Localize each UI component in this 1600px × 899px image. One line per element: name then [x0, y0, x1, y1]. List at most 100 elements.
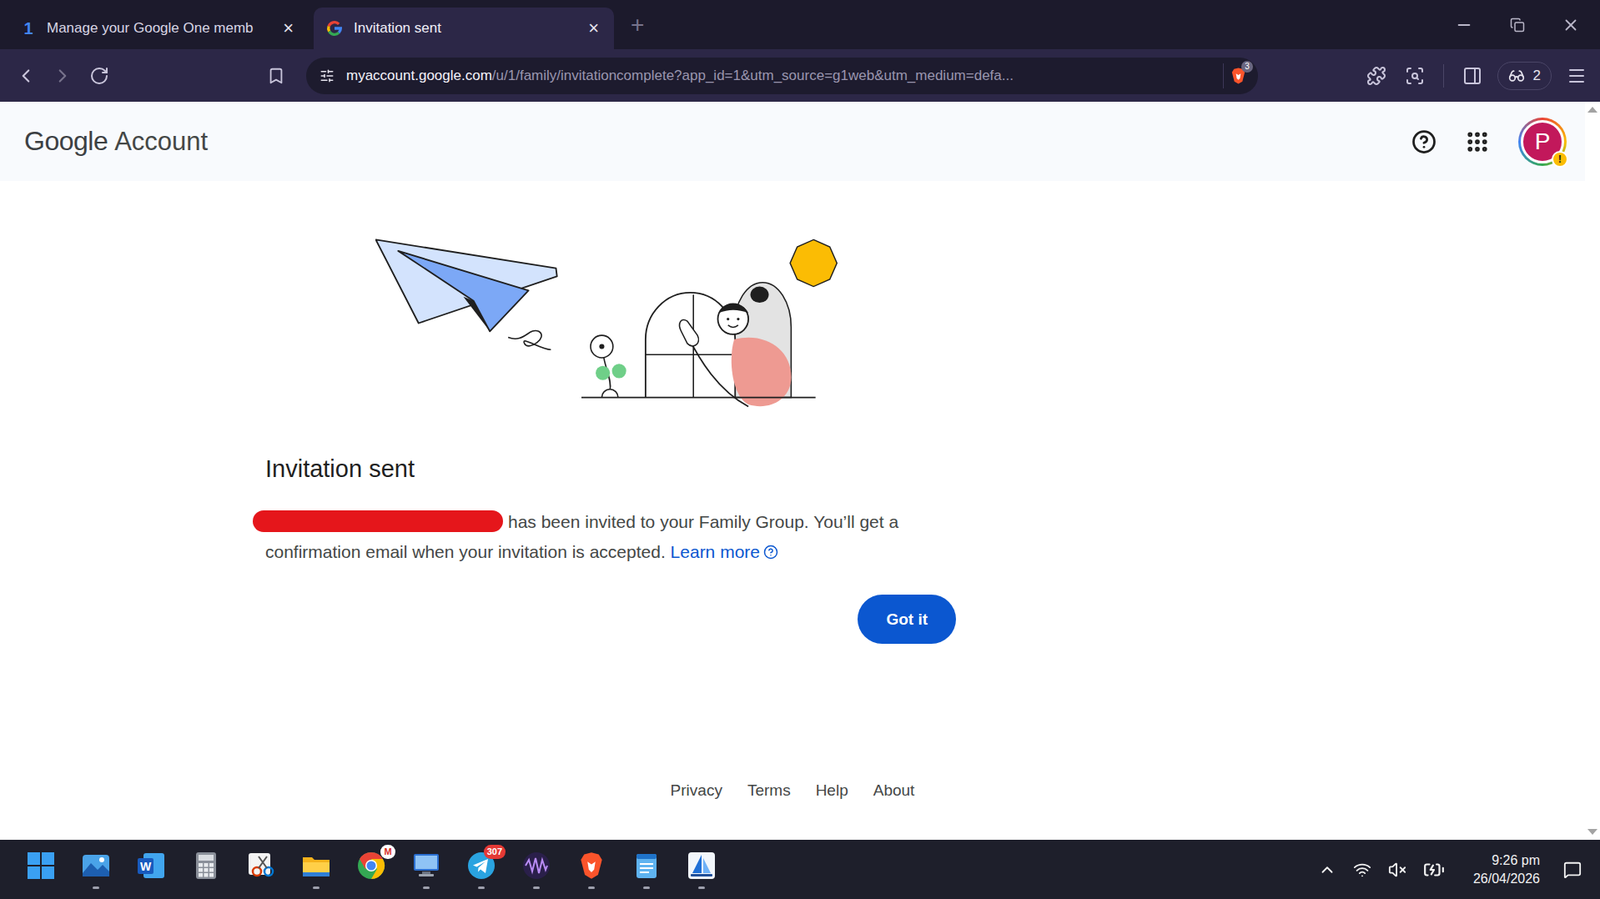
back-arrow-icon — [15, 65, 37, 87]
running-indicator — [37, 886, 45, 890]
google-favicon-icon — [325, 19, 344, 38]
file-explorer-icon[interactable] — [300, 850, 333, 882]
running-indicator — [698, 886, 705, 890]
help-icon[interactable] — [1411, 129, 1437, 155]
tab-close-button[interactable]: × — [279, 17, 297, 40]
button-row: Got it — [265, 594, 956, 645]
taskbar-app[interactable] — [13, 840, 69, 899]
taskbar-app-icon-wrap: W — [135, 850, 167, 882]
sidebar-button[interactable] — [1454, 57, 1491, 95]
taskbar-app[interactable]: W — [123, 840, 179, 899]
scrollbar[interactable] — [1584, 101, 1600, 841]
clock-date: 26/04/2026 — [1473, 870, 1540, 889]
footer-link[interactable]: About — [873, 779, 916, 803]
restore-icon[interactable] — [1509, 17, 1525, 33]
scroll-down-icon[interactable] — [1587, 829, 1598, 836]
main-content: Invitation senthas been invited to your … — [0, 181, 1585, 645]
reload-button[interactable] — [80, 57, 118, 95]
running-indicator — [92, 886, 100, 890]
minimize-icon[interactable] — [1454, 15, 1474, 35]
footer-link[interactable]: Privacy — [670, 779, 723, 803]
close-window-icon[interactable] — [1561, 15, 1580, 35]
taskbar-app[interactable] — [563, 840, 619, 899]
reload-icon — [89, 65, 110, 86]
hidden-icons-chevron-icon[interactable] — [1318, 860, 1337, 880]
brave-app-icon[interactable] — [575, 850, 608, 882]
got-it-button[interactable]: Got it — [857, 594, 956, 645]
taskbar-app-icon-wrap — [25, 850, 57, 882]
notepad-app-icon[interactable] — [630, 850, 663, 882]
taskbar-app-icon-wrap: 307 — [465, 850, 498, 882]
taskbar-app[interactable] — [674, 840, 730, 899]
notifications-icon[interactable] — [1563, 860, 1582, 880]
scan-search-icon — [1404, 65, 1425, 86]
invitation-panel: Invitation senthas been invited to your … — [265, 237, 956, 645]
taskbar-app[interactable] — [233, 840, 289, 899]
google-one-favicon: 1 — [20, 19, 37, 39]
extensions-button[interactable] — [1358, 57, 1395, 95]
sail-app-icon[interactable] — [685, 850, 718, 882]
footer-link[interactable]: Help — [815, 779, 849, 803]
window-controls — [1454, 15, 1600, 35]
taskbar-app[interactable]: 307 — [453, 840, 509, 899]
screen: 1Manage your Google One memb×Invitation … — [0, 0, 1600, 899]
header-actions: P! — [1411, 117, 1567, 167]
windows-start-icon[interactable] — [25, 850, 57, 882]
footer-link[interactable]: Terms — [747, 779, 791, 803]
remote-desktop-icon[interactable] — [410, 850, 443, 882]
taskbar-app-icon-wrap — [300, 850, 333, 882]
taskbar-app[interactable] — [288, 840, 344, 899]
glasses-icon — [1508, 67, 1525, 85]
bookmark-button[interactable] — [257, 57, 295, 95]
audio-app-icon[interactable] — [520, 850, 553, 882]
address-bar[interactable]: myaccount.google.com/u/1/family/invitati… — [306, 57, 1258, 95]
taskbar-app[interactable] — [618, 840, 675, 899]
shields-count-badge: 3 — [1241, 60, 1253, 73]
web-page: GoogleAccount P! Invitation senthas been i… — [0, 101, 1585, 841]
taskbar-app-icon-wrap — [410, 850, 443, 882]
taskbar-app-icon-wrap — [80, 850, 112, 882]
site-settings-icon[interactable] — [319, 68, 335, 84]
private-windows-pill[interactable]: 2 — [1497, 61, 1552, 91]
svg-text:W: W — [140, 860, 152, 874]
taskbar-app[interactable]: M — [343, 840, 399, 899]
brave-shields-button[interactable]: 3 — [1222, 63, 1248, 89]
page-search-button[interactable] — [1396, 57, 1434, 95]
word-app-icon[interactable]: W — [135, 850, 167, 882]
wifi-icon[interactable] — [1353, 860, 1372, 880]
photos-app-icon[interactable] — [80, 850, 112, 882]
browser-tab[interactable]: Invitation sent× — [313, 7, 614, 50]
account-avatar[interactable]: P! — [1518, 117, 1567, 167]
taskbar-app[interactable] — [68, 840, 124, 899]
taskbar-app[interactable] — [178, 840, 234, 899]
muted-volume-icon[interactable] — [1388, 860, 1407, 880]
product-word: Account — [114, 126, 208, 157]
new-tab-button[interactable]: + — [618, 13, 656, 37]
url-path: /u/1/family/invitationcomplete?app_id=1&… — [492, 67, 1014, 84]
forward-button[interactable] — [44, 57, 81, 95]
toolbar-actions: 2 — [1358, 57, 1595, 95]
url-text[interactable]: myaccount.google.com/u/1/family/invitati… — [346, 67, 1212, 85]
learn-more-link[interactable]: Learn more — [670, 537, 779, 568]
taskbar-app[interactable] — [398, 840, 454, 899]
clock[interactable]: 9:26 pm26/04/2026 — [1473, 851, 1540, 889]
invitation-illustration — [375, 237, 839, 409]
back-button[interactable] — [7, 57, 45, 95]
menu-button[interactable] — [1558, 57, 1595, 95]
scroll-up-icon[interactable] — [1587, 106, 1598, 113]
browser-toolbar: myaccount.google.com/u/1/family/invitati… — [0, 49, 1600, 102]
page-area: GoogleAccount P! Invitation senthas been i… — [0, 101, 1600, 841]
battery-icon[interactable] — [1423, 859, 1445, 881]
tab-title: Manage your Google One memb — [46, 20, 270, 37]
tab-close-button[interactable]: × — [584, 17, 603, 40]
taskbar-app[interactable] — [508, 840, 564, 899]
running-indicator — [477, 886, 485, 890]
taskbar-app-icon-wrap — [520, 850, 553, 882]
google-account-logo[interactable]: GoogleAccount — [24, 125, 208, 157]
running-indicator — [588, 886, 595, 890]
snipping-tool-icon[interactable] — [245, 850, 277, 882]
taskbar-app-icon-wrap: M — [355, 850, 388, 882]
browser-tab[interactable]: 1 Manage your Google One memb × — [8, 7, 309, 50]
apps-grid-icon[interactable] — [1464, 129, 1490, 155]
calculator-app-icon[interactable] — [190, 850, 222, 882]
